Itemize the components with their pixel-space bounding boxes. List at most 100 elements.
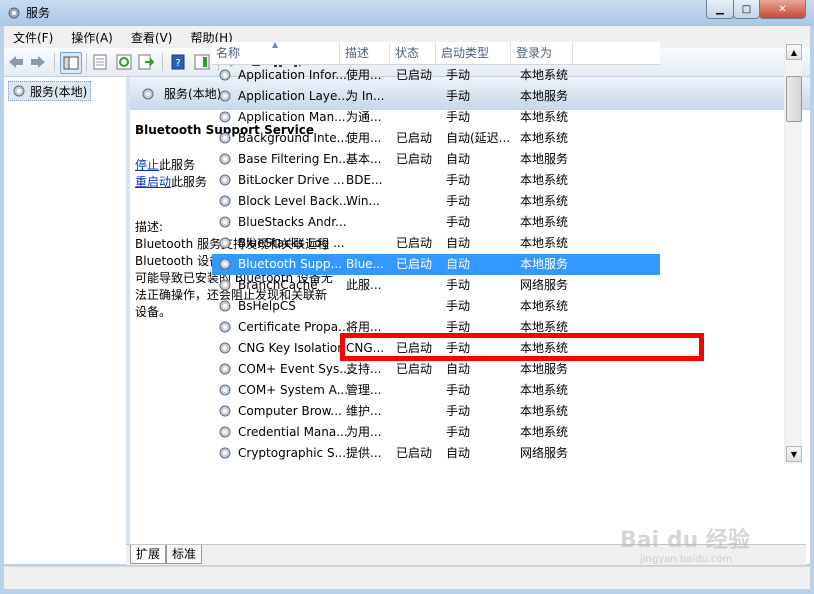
service-gear-icon — [219, 321, 231, 333]
table-row[interactable]: COM+ System A... 管理... 手动 本地系统 — [212, 380, 660, 401]
table-cell: 本地系统 — [520, 383, 569, 397]
maximize-button[interactable]: □ — [733, 0, 760, 19]
table-cell: 已启动 — [396, 341, 433, 355]
scroll-thumb[interactable] — [786, 76, 802, 122]
export-list-button[interactable] — [136, 52, 156, 72]
table-row[interactable]: CNG Key Isolation CNG... 已启动 手动 本地系统 — [212, 338, 660, 359]
table-row[interactable]: Block Level Back... Win... 手动 本地系统 — [212, 191, 660, 212]
table-cell: 基本... — [346, 152, 382, 166]
table-cell — [396, 380, 438, 401]
service-gear-icon — [219, 111, 231, 123]
vertical-scrollbar[interactable]: ▲ ▼ — [784, 42, 802, 464]
refresh-button[interactable] — [114, 52, 134, 72]
table-cell: 本地服务 — [520, 257, 569, 271]
service-gear-icon — [219, 405, 231, 417]
table-cell: Win... — [346, 194, 380, 208]
table-cell: 手动 — [446, 404, 471, 418]
column-header-status[interactable]: 状态 — [391, 42, 436, 64]
table-cell: 已启动 — [396, 362, 433, 376]
scroll-up-button[interactable]: ▲ — [786, 44, 802, 60]
tab-standard[interactable]: 标准 — [166, 545, 203, 564]
gear-icon — [13, 85, 25, 97]
stop-service-link[interactable]: 停止 — [135, 158, 159, 172]
column-header-description[interactable]: 描述 — [341, 42, 390, 64]
table-cell — [396, 107, 438, 128]
table-cell: 本地系统 — [520, 194, 569, 208]
table-row[interactable]: Application Man... 为通... 手动 本地系统 — [212, 107, 660, 128]
table-cell: Cryptographic S... — [238, 446, 347, 460]
table-cell — [346, 296, 390, 317]
table-cell — [396, 275, 438, 296]
table-cell: 自动 — [446, 446, 471, 460]
show-hide-console-tree-button[interactable] — [60, 52, 82, 74]
table-row[interactable]: Bluetooth Supp... Blue... 已启动 自动 本地服务 — [212, 254, 660, 275]
column-header-logon-as[interactable]: 登录为 — [512, 42, 573, 64]
table-cell: 本地服务 — [520, 89, 569, 103]
scroll-down-button[interactable]: ▼ — [786, 446, 802, 462]
table-cell: 为用... — [346, 425, 382, 439]
title-bar[interactable]: 服务 ▁ □ ✕ — [0, 0, 814, 26]
table-cell: 网络服务 — [520, 278, 569, 292]
table-row[interactable]: BranchCache 此服... 手动 网络服务 — [212, 275, 660, 296]
watermark-url: jingyan.baidu.com — [640, 554, 733, 565]
menu-action[interactable]: 操作(A) — [62, 29, 122, 46]
minimize-button[interactable]: ▁ — [706, 0, 734, 19]
table-cell: 已启动 — [396, 446, 433, 460]
table-row[interactable]: Computer Brow... 维护... 手动 本地系统 — [212, 401, 660, 422]
close-icon: ✕ — [778, 3, 787, 15]
table-cell: 自动 — [446, 257, 471, 271]
table-cell: 本地系统 — [520, 320, 569, 334]
service-gear-icon — [219, 174, 231, 186]
menu-file[interactable]: 文件(F) — [4, 29, 62, 46]
table-row[interactable]: COM+ Event Sys... 支持... 已启动 自动 本地服务 — [212, 359, 660, 380]
table-cell: 自动 — [446, 236, 471, 250]
table-row[interactable]: BsHelpCS 手动 本地系统 — [212, 296, 660, 317]
table-cell: 此服... — [346, 278, 382, 292]
table-cell: BitLocker Drive ... — [238, 173, 345, 187]
table-cell: BDE... — [346, 173, 383, 187]
forward-button[interactable] — [28, 52, 48, 72]
column-header-startup-type[interactable]: 启动类型 — [437, 42, 511, 64]
table-cell: 提供... — [346, 446, 382, 460]
forward-arrow-icon — [31, 56, 45, 68]
restart-service-link[interactable]: 重启动 — [135, 175, 171, 189]
table-row[interactable]: Credential Mana... 为用... 手动 本地系统 — [212, 422, 660, 443]
action-pane-button[interactable] — [192, 52, 212, 72]
table-cell: 手动 — [446, 341, 471, 355]
table-cell: 本地系统 — [520, 341, 569, 355]
tab-extended[interactable]: 扩展 — [130, 545, 167, 564]
table-row[interactable]: Application Infor... 使用... 已启动 手动 本地系统 — [212, 65, 660, 86]
back-button[interactable] — [6, 52, 26, 72]
table-cell: 手动 — [446, 320, 471, 334]
table-cell: 本地系统 — [520, 425, 569, 439]
table-row[interactable]: BlueStacks Log ... 已启动 自动 本地系统 — [212, 233, 660, 254]
svg-text:?: ? — [175, 58, 180, 69]
table-row[interactable]: BitLocker Drive ... BDE... 手动 本地系统 — [212, 170, 660, 191]
table-row[interactable]: Certificate Propa... 将用... 手动 本地系统 — [212, 317, 660, 338]
tree-node-services-local[interactable]: 服务(本地) — [8, 81, 92, 101]
menu-view[interactable]: 查看(V) — [122, 29, 182, 46]
console-tree: 服务(本地) — [4, 77, 130, 564]
table-cell — [396, 86, 438, 107]
table-row[interactable]: Base Filtering En... 基本... 已启动 自动 本地服务 — [212, 149, 660, 170]
close-button[interactable]: ✕ — [759, 0, 806, 19]
table-row[interactable]: Cryptographic S... 提供... 已启动 自动 网络服务 — [212, 443, 660, 464]
properties-button[interactable] — [90, 52, 110, 72]
table-cell: 本地系统 — [520, 236, 569, 250]
column-header-name[interactable]: 名称 ▲ — [212, 42, 340, 64]
service-gear-icon — [219, 426, 231, 438]
table-cell: 本地服务 — [520, 362, 569, 376]
table-cell — [396, 212, 438, 233]
help-button[interactable]: ? — [168, 52, 188, 72]
table-cell: Bluetooth Supp... — [238, 257, 342, 271]
table-row[interactable]: BlueStacks Andr... 手动 本地系统 — [212, 212, 660, 233]
table-cell: 为通... — [346, 110, 382, 124]
table-row[interactable]: Background Inte... 使用... 已启动 自动(延迟... 本地系统 — [212, 128, 660, 149]
table-cell: Block Level Back... — [238, 194, 351, 208]
table-cell: 手动 — [446, 68, 471, 82]
tree-node-label: 服务(本地) — [30, 84, 88, 99]
table-cell: Certificate Propa... — [238, 320, 350, 334]
service-gear-icon — [219, 90, 231, 102]
table-row[interactable]: Application Laye... 为 In... 手动 本地服务 — [212, 86, 660, 107]
table-cell: BsHelpCS — [238, 299, 296, 313]
